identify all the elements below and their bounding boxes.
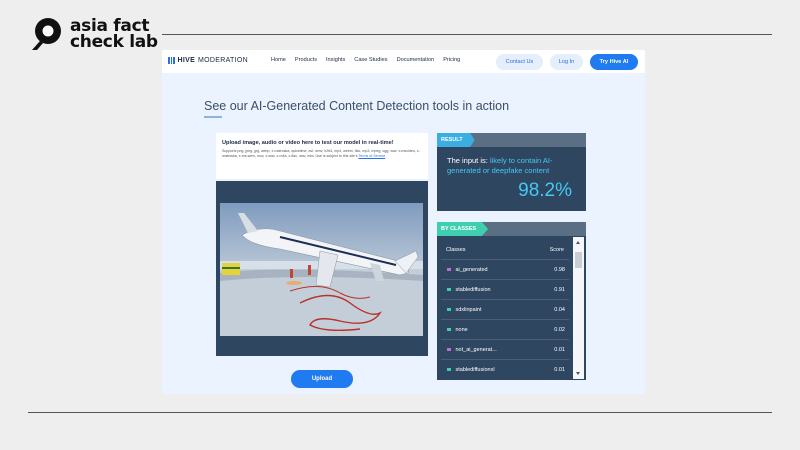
magnifier-logo-icon bbox=[28, 16, 64, 52]
class-name: ai_generated bbox=[455, 266, 488, 273]
supported-formats: Supports png, jpeg, jpg, webp, x-matrosk… bbox=[222, 149, 420, 158]
class-row: not_ai_generat... 0.01 bbox=[441, 339, 569, 359]
terms-of-service-link[interactable]: Terms of Service bbox=[358, 154, 385, 158]
result-verdict: The input is: likely to contain AI-gener… bbox=[447, 156, 553, 175]
site-navbar: HIVE MODERATION Home Products Insights Case … bbox=[162, 50, 645, 73]
nav-link-pricing[interactable]: Pricing bbox=[443, 57, 460, 63]
class-score: 0.98 bbox=[554, 266, 565, 273]
class-name: stablediffusionxl bbox=[455, 366, 495, 373]
class-name: none bbox=[455, 326, 468, 333]
class-color-swatch bbox=[447, 307, 451, 312]
top-divider bbox=[162, 34, 772, 35]
class-row: sdxlinpaint 0.04 bbox=[441, 299, 569, 319]
class-color-swatch bbox=[447, 267, 451, 272]
classes-tag: BY CLASSES bbox=[437, 222, 489, 236]
bottom-divider bbox=[28, 412, 772, 413]
result-score: 98.2% bbox=[518, 180, 572, 201]
class-color-swatch bbox=[447, 327, 451, 332]
nav-link-case-studies[interactable]: Case Studies bbox=[354, 57, 387, 63]
classes-list: ai_generated 0.98 stablediffusion 0.91 sdxli… bbox=[441, 259, 569, 379]
classes-card: BY CLASSES Classes Score ai_generated 0.9… bbox=[437, 222, 586, 380]
column-score: Score bbox=[549, 247, 564, 253]
class-name: not_ai_generat... bbox=[455, 346, 497, 353]
brand-line-2: check lab bbox=[70, 32, 158, 52]
nav-link-documentation[interactable]: Documentation bbox=[397, 57, 435, 63]
scroll-up-icon[interactable] bbox=[576, 241, 580, 244]
class-row: stablediffusion 0.91 bbox=[441, 279, 569, 299]
result-card: RESULT The input is: likely to contain A… bbox=[437, 133, 586, 211]
scroll-thumb[interactable] bbox=[575, 252, 582, 268]
hive-bars-icon bbox=[168, 57, 175, 64]
class-color-swatch bbox=[447, 367, 451, 372]
try-hive-ai-button[interactable]: Try Hive AI bbox=[590, 54, 638, 70]
log-in-button[interactable]: Log In bbox=[550, 54, 583, 70]
class-color-swatch bbox=[447, 287, 451, 292]
nav-link-products[interactable]: Products bbox=[295, 57, 317, 63]
page-headline: See our AI-Generated Content Detection t… bbox=[204, 99, 510, 113]
upload-button[interactable]: Upload bbox=[291, 370, 353, 388]
class-row: ai_generated 0.98 bbox=[441, 259, 569, 279]
column-classes: Classes bbox=[446, 247, 466, 253]
class-row: stablediffusionxl 0.01 bbox=[441, 359, 569, 379]
class-score: 0.01 bbox=[554, 346, 565, 353]
nav-link-insights[interactable]: Insights bbox=[326, 57, 345, 63]
class-name: sdxlinpaint bbox=[455, 306, 482, 313]
class-color-swatch bbox=[447, 347, 451, 352]
upload-instructions: Upload image, audio or video here to tes… bbox=[216, 133, 428, 179]
headline-underline bbox=[204, 116, 222, 118]
contact-us-button[interactable]: Contact Us bbox=[496, 54, 543, 70]
result-tag: RESULT bbox=[437, 133, 475, 147]
scroll-down-icon[interactable] bbox=[576, 372, 580, 375]
class-row: none 0.02 bbox=[441, 319, 569, 339]
class-name: stablediffusion bbox=[455, 286, 491, 293]
upload-title: Upload image, audio or video here to tes… bbox=[222, 140, 394, 146]
class-score: 0.91 bbox=[554, 286, 565, 293]
class-score: 0.01 bbox=[554, 366, 565, 373]
website-screenshot: HIVE MODERATION Home Products Insights Case … bbox=[162, 50, 645, 394]
hive-logo[interactable]: HIVE MODERATION bbox=[168, 57, 248, 64]
nav-link-home[interactable]: Home bbox=[271, 57, 286, 63]
brand-logo: asia fact check lab bbox=[28, 16, 158, 52]
uploaded-image-preview[interactable] bbox=[216, 181, 428, 356]
classes-table-header: Classes Score bbox=[446, 247, 564, 253]
class-score: 0.02 bbox=[554, 326, 565, 333]
brand-name: asia fact check lab bbox=[70, 18, 158, 52]
crashed-plane-photo bbox=[220, 203, 423, 336]
classes-scrollbar[interactable] bbox=[573, 237, 584, 379]
nav-links: Home Products Insights Case Studies Document… bbox=[271, 57, 460, 63]
class-score: 0.04 bbox=[554, 306, 565, 313]
